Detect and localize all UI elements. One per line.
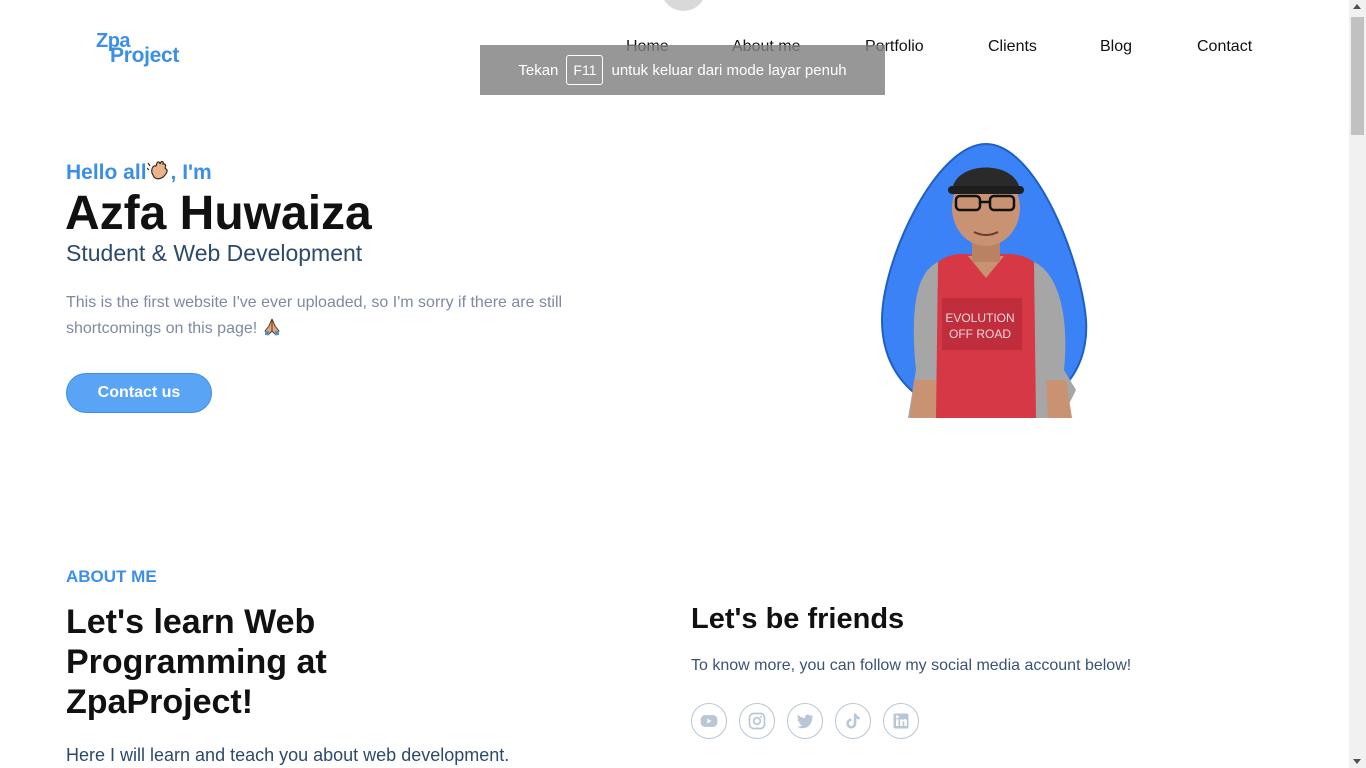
praying-hands-icon <box>264 318 280 336</box>
hero-description: This is the first website I've ever uplo… <box>66 290 586 342</box>
greeting-prefix: Hello all <box>66 161 147 184</box>
nav-clients[interactable]: Clients <box>988 38 1037 56</box>
site-logo[interactable]: Zpa Project <box>96 30 196 70</box>
contact-us-button[interactable]: Contact us <box>66 373 212 413</box>
hero-greeting: Hello all , I'm <box>66 160 212 185</box>
tiktok-icon <box>846 713 860 729</box>
scroll-thumb[interactable] <box>1351 17 1364 135</box>
fullscreen-key: F11 <box>566 55 604 85</box>
about-text: Here I will learn and teach you about we… <box>66 745 510 765</box>
instagram-icon <box>748 712 766 730</box>
scroll-down-arrow-icon[interactable] <box>1353 759 1361 764</box>
twitter-icon <box>796 714 814 729</box>
about-heading: Let's learn Web Programming at ZpaProjec… <box>66 603 327 721</box>
waving-hand-icon <box>146 161 168 180</box>
nav-blog[interactable]: Blog <box>1100 38 1132 56</box>
hero-name: Azfa Huwaiza <box>65 187 372 240</box>
fullscreen-notice-prefix: Tekan <box>518 61 559 79</box>
svg-text:OFF ROAD: OFF ROAD <box>949 327 1011 341</box>
linkedin-icon <box>893 713 909 729</box>
nav-contact[interactable]: Contact <box>1197 38 1252 56</box>
hero-description-text: This is the first website I've ever uplo… <box>66 294 563 337</box>
about-label: ABOUT ME <box>66 567 157 586</box>
greeting-suffix: , I'm <box>170 161 212 184</box>
fullscreen-notice: Tekan F11 untuk keluar dari mode layar p… <box>480 45 885 95</box>
svg-text:EVOLUTION: EVOLUTION <box>945 311 1014 325</box>
logo-text-bottom: Project <box>110 44 180 67</box>
social-links <box>691 703 919 739</box>
hero-role: Student & Web Development <box>66 240 363 266</box>
vertical-scrollbar[interactable] <box>1349 0 1366 768</box>
friends-text: To know more, you can follow my social m… <box>691 657 1132 674</box>
instagram-link[interactable] <box>739 703 775 739</box>
youtube-icon <box>700 715 718 727</box>
twitter-link[interactable] <box>787 703 823 739</box>
scroll-up-arrow-icon[interactable] <box>1353 4 1361 9</box>
tiktok-link[interactable] <box>835 703 871 739</box>
linkedin-link[interactable] <box>883 703 919 739</box>
fullscreen-notice-suffix: untuk keluar dari mode layar penuh <box>611 61 847 79</box>
profile-photo: EVOLUTION OFF ROAD <box>880 142 1088 418</box>
youtube-link[interactable] <box>691 703 727 739</box>
top-control-circle <box>661 0 706 11</box>
friends-heading: Let's be friends <box>691 603 905 635</box>
